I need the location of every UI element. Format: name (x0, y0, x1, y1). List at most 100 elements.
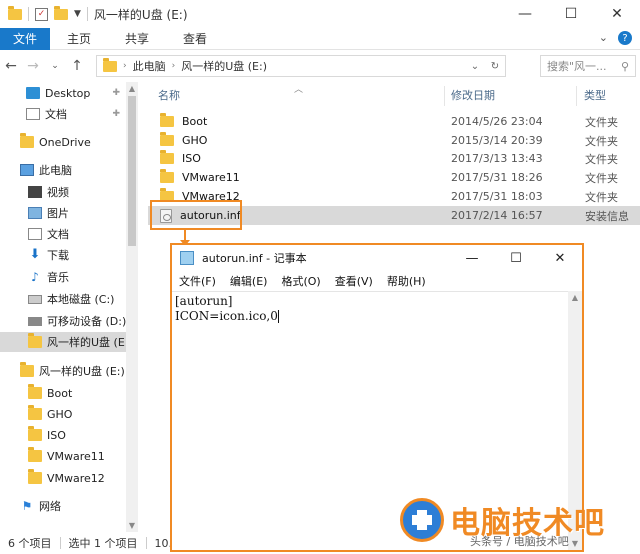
sidebar-item-documents-pc[interactable]: 文档 (0, 224, 126, 244)
notepad-maximize-button[interactable]: ☐ (494, 245, 538, 271)
column-header-date[interactable]: 修改日期 (451, 82, 495, 108)
file-type: 文件夹 (585, 134, 618, 148)
notepad-minimize-button[interactable]: — (450, 245, 494, 271)
video-icon (28, 186, 42, 198)
forward-icon[interactable]: → (22, 58, 44, 74)
navigation-bar: ← → ⌄ ↑ › 此电脑 › 风一样的U盘 (E:) ⌄ ↻ 搜索"风一...… (0, 51, 640, 81)
sidebar-item-drive-d[interactable]: 可移动设备 (D:) (0, 311, 126, 331)
breadcrumb-this-pc[interactable]: 此电脑 (133, 58, 166, 74)
ribbon-tabs: 文件 主页 共享 查看 ⌄ ? (0, 27, 640, 50)
sidebar-item-label: 风一样的U盘 (E: (47, 336, 126, 349)
close-button[interactable]: ✕ (594, 0, 640, 28)
sidebar-item-onedrive[interactable]: OneDrive (0, 132, 126, 152)
file-row-iso[interactable]: ISO 2017/3/13 13:43 文件夹 (148, 149, 640, 168)
tab-view[interactable]: 查看 (166, 30, 224, 47)
column-divider[interactable] (444, 86, 445, 106)
desktop-icon (26, 87, 40, 99)
sidebar-item-documents[interactable]: 文档 ✚ (0, 104, 126, 124)
column-header-name[interactable]: 名称 (158, 82, 180, 108)
file-row-gho[interactable]: GHO 2015/3/14 20:39 文件夹 (148, 131, 640, 150)
file-row-boot[interactable]: Boot 2014/5/26 23:04 文件夹 (148, 112, 640, 131)
navigation-pane: Desktop ✚ 文档 ✚ OneDrive 此电脑 视频 图片 文档 ⬇ 下… (0, 82, 126, 532)
expand-ribbon-icon[interactable]: ⌄ (599, 31, 608, 45)
sidebar-item-label: 文档 (45, 108, 67, 121)
file-name: Boot (182, 115, 208, 128)
sidebar-item-label: 风一样的U盘 (E:) (39, 365, 125, 378)
recent-locations-icon[interactable]: ⌄ (44, 61, 66, 71)
computer-icon (20, 164, 34, 176)
sidebar-item-drive-e[interactable]: 风一样的U盘 (E: (0, 332, 126, 352)
tab-share[interactable]: 共享 (108, 30, 166, 47)
menu-edit[interactable]: 编辑(E) (230, 273, 268, 289)
up-icon[interactable]: ↑ (66, 58, 88, 74)
search-input[interactable]: 搜索"风一... ⚲ (540, 55, 636, 77)
toolbar-divider (28, 7, 29, 21)
sidebar-item-label: ISO (47, 428, 66, 442)
notepad-close-button[interactable]: ✕ (538, 245, 582, 271)
scroll-down-icon[interactable]: ▼ (126, 521, 138, 530)
menu-format[interactable]: 格式(O) (281, 273, 320, 289)
folder-icon (160, 169, 174, 183)
menu-help[interactable]: 帮助(H) (387, 273, 426, 289)
breadcrumb-drive[interactable]: 风一样的U盘 (E:) (181, 58, 267, 74)
sidebar-item-desktop[interactable]: Desktop ✚ (0, 83, 126, 103)
scroll-up-icon[interactable]: ▲ (126, 84, 138, 93)
sidebar-item-this-pc[interactable]: 此电脑 (0, 160, 126, 180)
file-name: VMware11 (182, 171, 240, 184)
sidebar-item-vmware12[interactable]: VMware12 (0, 468, 126, 488)
sidebar-item-pictures[interactable]: 图片 (0, 203, 126, 223)
tab-home[interactable]: 主页 (50, 30, 108, 47)
notepad-window-controls: — ☐ ✕ (450, 245, 582, 271)
sidebar-item-network[interactable]: ⚑ 网络 (0, 496, 126, 516)
help-icon[interactable]: ? (618, 31, 632, 45)
sidebar-item-label: Boot (47, 386, 73, 400)
address-bar[interactable]: › 此电脑 › 风一样的U盘 (E:) ⌄ ↻ (96, 55, 506, 77)
notepad-title-bar: autorun.inf - 记事本 — ☐ ✕ (172, 245, 582, 271)
document-icon (28, 228, 42, 240)
sidebar-item-label: OneDrive (39, 135, 91, 149)
file-date: 2017/3/13 13:43 (451, 152, 543, 165)
folder-icon (8, 5, 22, 20)
ribbon-right-controls: ⌄ ? (599, 31, 632, 45)
file-type: 文件夹 (585, 152, 618, 166)
folder-icon (160, 150, 174, 164)
tab-file[interactable]: 文件 (0, 27, 50, 50)
maximize-button[interactable]: ☐ (548, 0, 594, 28)
file-name: ISO (182, 152, 201, 165)
customize-toolbar-icon[interactable]: ▼ (74, 9, 81, 19)
column-divider[interactable] (576, 86, 577, 106)
chevron-down-icon[interactable]: ⌄ (471, 61, 479, 72)
sidebar-item-videos[interactable]: 视频 (0, 182, 126, 202)
sidebar-item-gho[interactable]: GHO (0, 404, 126, 424)
watermark-subtext: 头条号 / 电脑技术吧 (470, 535, 569, 548)
notepad-title: autorun.inf - 记事本 (202, 252, 307, 265)
document-icon (26, 108, 40, 120)
back-icon[interactable]: ← (0, 58, 22, 74)
folder-icon (28, 333, 42, 348)
sidebar-item-label: 可移动设备 (D:) (47, 315, 126, 328)
sidebar-item-vmware11[interactable]: VMware11 (0, 446, 126, 466)
menu-file[interactable]: 文件(F) (179, 273, 216, 289)
sidebar-item-drive-e-root[interactable]: 风一样的U盘 (E:) (0, 361, 126, 381)
sidebar-item-drive-c[interactable]: 本地磁盘 (C:) (0, 289, 126, 309)
download-icon: ⬇ (29, 247, 41, 262)
scroll-up-icon[interactable]: ▲ (568, 293, 582, 302)
sidebar-scrollbar[interactable]: ▲ ▼ (126, 82, 138, 532)
sidebar-item-iso[interactable]: ISO (0, 425, 126, 445)
scrollbar-thumb[interactable] (128, 96, 136, 246)
refresh-icon[interactable]: ↻ (491, 61, 499, 72)
properties-icon[interactable]: ✓ (35, 7, 48, 21)
sidebar-item-label: 此电脑 (39, 164, 72, 177)
menu-view[interactable]: 查看(V) (335, 273, 373, 289)
sidebar-item-music[interactable]: ♪ 音乐 (0, 267, 126, 287)
new-folder-icon[interactable] (54, 5, 68, 20)
file-row-vmware11[interactable]: VMware11 2017/5/31 18:26 文件夹 (148, 168, 640, 187)
status-divider (59, 537, 61, 549)
minimize-button[interactable]: — (502, 0, 548, 28)
sidebar-item-downloads[interactable]: ⬇ 下载 (0, 245, 126, 265)
column-header-type[interactable]: 类型 (584, 82, 606, 108)
folder-icon (28, 426, 42, 441)
folder-icon (28, 405, 42, 420)
text-line: ICON=icon.ico,0 (175, 309, 278, 323)
sidebar-item-boot[interactable]: Boot (0, 383, 126, 403)
